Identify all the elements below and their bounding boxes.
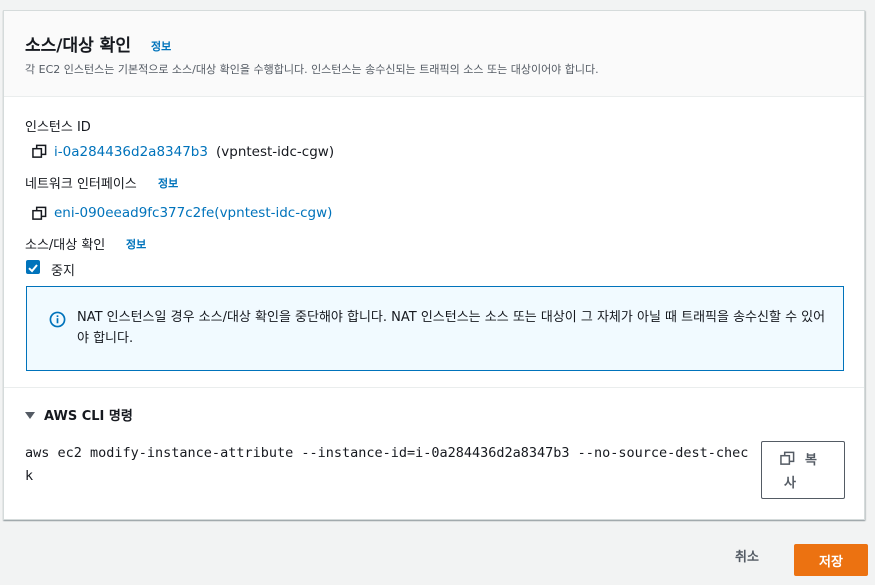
panel-header: 소스/대상 확인 정보 각 EC2 인스턴스는 기본적으로 소스/대상 확인을 … <box>4 11 864 97</box>
source-dest-check-info-link[interactable]: 정보 <box>126 236 146 252</box>
copy-command-button[interactable]: 복 사 <box>761 441 845 499</box>
alert-text: NAT 인스턴스일 경우 소스/대상 확인을 중단해야 합니다. NAT 인스턴… <box>77 310 826 346</box>
network-interface-label: 네트워크 인터페이스 <box>25 177 137 192</box>
info-circle-icon <box>49 311 66 328</box>
caret-down-icon <box>25 412 35 419</box>
title-info-link[interactable]: 정보 <box>151 38 171 54</box>
instance-id-label: 인스턴스 ID <box>25 120 91 135</box>
cancel-button[interactable]: 취소 <box>735 546 759 565</box>
copy-icon[interactable] <box>32 144 47 159</box>
instance-name: (vpntest-idc-cgw) <box>216 144 335 160</box>
network-interface-link[interactable]: eni-090eead9fc377c2fe(vpntest-idc-cgw) <box>54 205 332 221</box>
divider <box>4 387 864 388</box>
instance-id-link[interactable]: i-0a284436d2a8347b3 <box>54 144 208 160</box>
copy-icon[interactable] <box>32 206 47 221</box>
copy-icon <box>780 451 795 465</box>
checkmark-icon <box>28 264 38 273</box>
copy-button-label-line1: 복 <box>805 452 817 467</box>
source-dest-check-panel: 소스/대상 확인 정보 각 EC2 인스턴스는 기본적으로 소스/대상 확인을 … <box>3 10 865 520</box>
panel-description: 각 EC2 인스턴스는 기본적으로 소스/대상 확인을 수행합니다. 인스턴스는… <box>25 63 599 76</box>
cli-expander-label: AWS CLI 명령 <box>44 409 133 424</box>
stop-checkbox-label[interactable]: 중지 <box>51 260 75 279</box>
nat-info-alert: NAT 인스턴스일 경우 소스/대상 확인을 중단해야 합니다. NAT 인스턴… <box>26 286 844 371</box>
cli-command: aws ec2 modify-instance-attribute --inst… <box>25 445 749 484</box>
save-button[interactable]: 저장 <box>794 544 868 576</box>
stop-checkbox[interactable] <box>26 260 40 274</box>
network-interface-info-link[interactable]: 정보 <box>158 175 178 191</box>
panel-title: 소스/대상 확인 <box>25 36 131 56</box>
cli-expander[interactable]: AWS CLI 명령 <box>25 405 133 424</box>
copy-button-label-line2: 사 <box>784 475 796 490</box>
source-dest-check-label: 소스/대상 확인 <box>25 238 106 253</box>
